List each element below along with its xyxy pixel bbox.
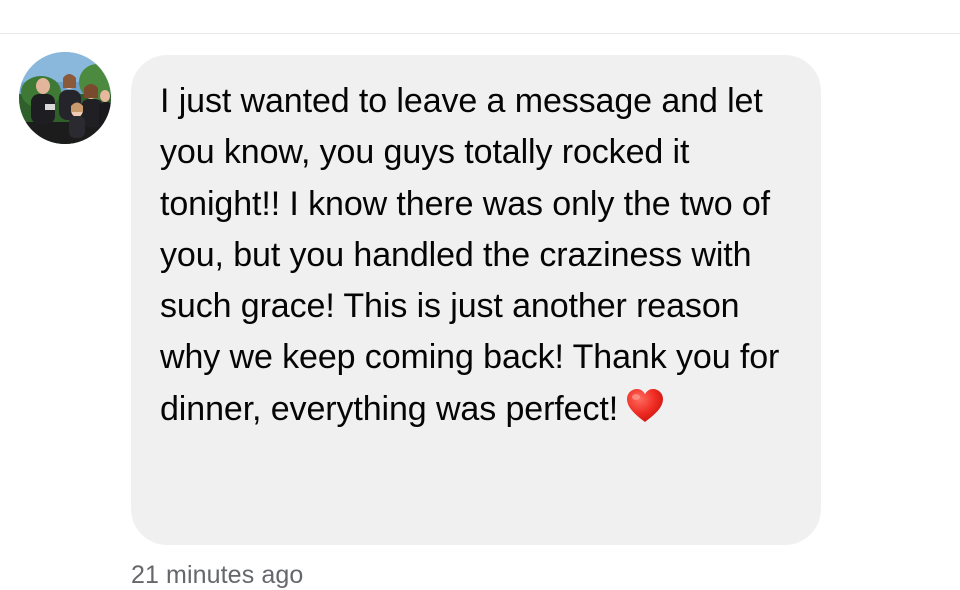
message-text: I just wanted to leave a message and let… [160,82,780,428]
profile-photo-avatar [19,52,111,144]
message-view: I just wanted to leave a message and let… [0,0,960,590]
message-bubble[interactable]: I just wanted to leave a message and let… [131,55,821,545]
message-body: I just wanted to leave a message and let… [160,76,791,436]
avatar[interactable] [19,52,111,144]
message-timestamp: 21 minutes ago [131,561,304,589]
red-heart-icon [626,388,664,439]
divider [0,33,960,34]
